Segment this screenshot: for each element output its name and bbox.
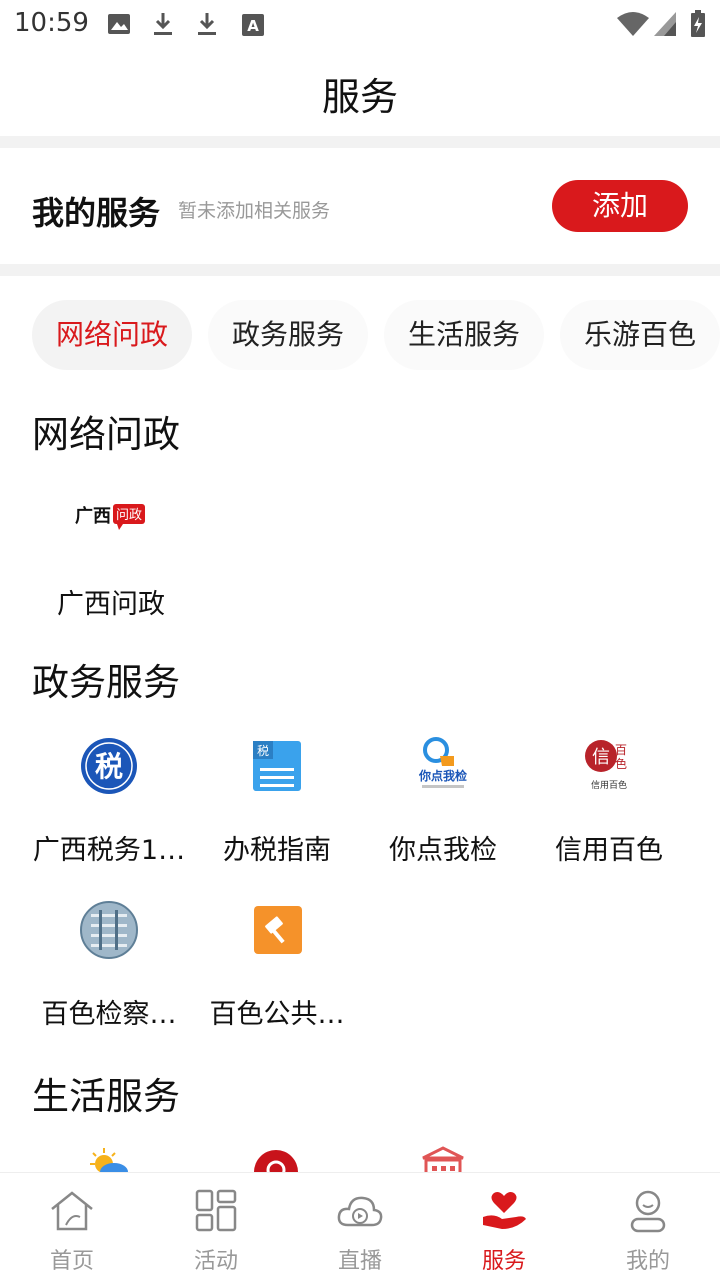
service-you-point-i-check[interactable]: 你点我检 你点我检 [360,736,526,886]
home-icon [51,1191,93,1231]
section-divider [0,136,720,148]
nav-profile[interactable]: 我的 [576,1173,720,1280]
header: 服务 [0,48,720,136]
building-service-icon[interactable] [420,1146,466,1172]
battery-charging-icon [691,10,705,37]
nav-label: 服务 [481,1249,526,1274]
nav-label: 活动 [193,1249,238,1274]
nav-home[interactable]: 首页 [0,1173,144,1280]
credit-baise-icon: 信 百 色 信用百色 [585,740,627,791]
signal-icon [654,12,676,36]
font-notification-icon: A [242,14,264,36]
section-divider [0,264,720,276]
service-baise-procuratorate[interactable]: 百色检察… [26,900,192,1050]
service-label: 你点我检 [389,835,497,866]
service-baise-public[interactable]: 百色公共… [194,900,360,1050]
section-title-life: 生活服务 [32,1075,180,1118]
heart-hand-icon [483,1192,526,1229]
tab-life-services[interactable]: 生活服务 [384,300,544,370]
nav-label: 首页 [49,1249,94,1274]
service-guangxi-wenzheng[interactable]: 广西 问政 广西问政 [28,486,194,636]
tab-government-services[interactable]: 政务服务 [208,300,368,370]
service-label: 百色公共… [209,999,345,1030]
guangxi-wenzheng-logo-icon: 广西 问政 [75,504,145,530]
tax-guide-text: 税 [257,744,269,758]
section-title-government: 政务服务 [32,661,180,704]
my-services-title: 我的服务 [32,194,161,232]
logo-text: 广西 [75,505,111,527]
page-title: 服务 [321,75,398,119]
logo-badge-text: 问政 [116,508,142,523]
service-credit-baise[interactable]: 信 百 色 信用百色 信用百色 [526,736,692,886]
nav-label: 我的 [625,1249,670,1274]
download-notification-icon [154,13,172,35]
image-notification-icon [108,14,130,34]
search-service-icon[interactable] [252,1148,300,1172]
nav-label: 直播 [337,1249,382,1274]
my-services-empty-text: 暂未添加相关服务 [178,200,331,222]
service-tax-guide[interactable]: 税 办税指南 [194,736,360,886]
service-label: 办税指南 [223,835,331,866]
procuratorate-icon [80,901,138,959]
category-tabs: 网络问政 政务服务 生活服务 乐游百色 [0,300,720,372]
section-title-network: 网络问政 [32,413,180,456]
service-label: 广西税务1… [32,835,186,866]
nav-services[interactable]: 服务 [432,1173,576,1280]
public-resource-icon [254,906,302,954]
credit-logo-text: 信用百色 [591,779,627,791]
svg-text:百: 百 [615,743,627,757]
status-time: 10:59 [14,8,89,38]
download-notification-icon [198,13,216,35]
svg-text:信: 信 [592,747,610,768]
service-guangxi-tax[interactable]: 税 广西税务1… [26,736,192,886]
tab-network-politics[interactable]: 网络问政 [32,300,192,370]
tax-guide-icon: 税 [253,741,301,791]
profile-icon [630,1190,666,1233]
bottom-navigation: 首页 活动 直播 服务 我的 [0,1172,720,1280]
tax-badge-text: 税 [95,750,123,783]
svg-text:A: A [247,17,259,35]
service-label: 广西问政 [57,589,165,620]
add-service-button[interactable]: 添加 [552,180,688,232]
tax-badge-icon: 税 [81,738,137,794]
nav-live[interactable]: 直播 [288,1173,432,1280]
you-point-i-check-icon: 你点我检 [418,737,467,788]
tab-travel-baise[interactable]: 乐游百色 [560,300,720,370]
service-label: 百色检察… [41,999,177,1030]
life-services-peek [0,1146,720,1172]
status-bar: 10:59 A [0,0,720,48]
grid-icon [195,1189,237,1232]
check-logo-text: 你点我检 [418,768,467,783]
live-cloud-icon [337,1196,383,1227]
svg-text:色: 色 [615,757,627,771]
weather-icon[interactable] [84,1146,134,1172]
wifi-icon [617,12,649,36]
service-label: 信用百色 [555,835,663,866]
my-services-panel: 我的服务 暂未添加相关服务 添加 [0,148,720,264]
nav-activities[interactable]: 活动 [144,1173,288,1280]
